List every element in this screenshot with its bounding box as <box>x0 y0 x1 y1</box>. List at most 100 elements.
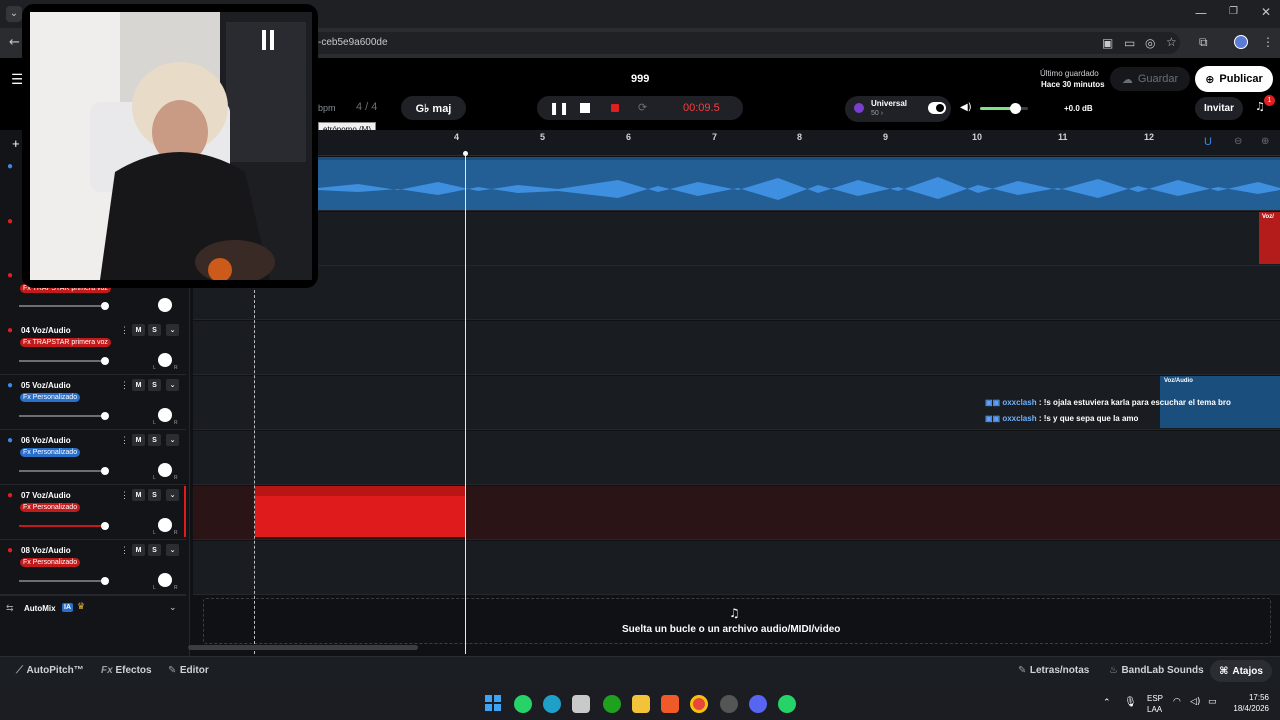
track-07-name[interactable]: 07 Voz/Audio <box>21 491 71 500</box>
autopitch-tab[interactable]: ⟋ AutoPitch™ <box>16 665 84 676</box>
lane-06[interactable] <box>193 431 1280 485</box>
track-08-menu-icon[interactable]: ⋮ <box>120 545 129 556</box>
horizontal-scrollbar[interactable] <box>188 645 418 650</box>
track-06-mute-button[interactable]: M <box>132 434 145 446</box>
edge-icon[interactable] <box>543 695 561 713</box>
track-05-fx-badge[interactable]: Fx Personalizado <box>20 393 81 402</box>
shortcuts-button[interactable]: ⌘ Atajos <box>1210 660 1272 682</box>
track-06-volume-slider[interactable] <box>19 470 107 472</box>
battery-icon[interactable]: ▭ <box>1208 697 1217 707</box>
close-icon[interactable]: ✕ <box>1261 5 1271 19</box>
track-05-volume-handle[interactable] <box>101 412 109 420</box>
ruler-bar-8[interactable]: 8 <box>797 132 802 142</box>
track-07-volume-slider[interactable] <box>19 525 107 527</box>
track-07-solo-button[interactable]: S <box>148 489 161 501</box>
star-icon[interactable]: ☆ <box>1166 35 1177 49</box>
publish-button[interactable]: ⊕ Publicar <box>1195 66 1273 92</box>
windows-start-icon[interactable] <box>485 695 501 711</box>
minimize-icon[interactable]: — <box>1195 6 1207 20</box>
extension-icon[interactable]: ▣ <box>1102 36 1113 50</box>
tray-chevron-icon[interactable]: ⌃ <box>1103 698 1111 708</box>
magnet-icon[interactable]: U <box>1204 136 1212 148</box>
record-icon[interactable] <box>611 104 619 112</box>
ruler-bar-7[interactable]: 7 <box>712 132 717 142</box>
universal-value[interactable]: 50 › <box>871 110 883 117</box>
brave-icon[interactable] <box>661 695 679 713</box>
track-07-mute-button[interactable]: M <box>132 489 145 501</box>
track-08-volume-handle[interactable] <box>101 577 109 585</box>
tab-search-icon[interactable]: ⌄ <box>6 6 22 22</box>
track-05-pan-knob[interactable] <box>158 408 172 422</box>
track-08-chevron-icon[interactable]: ⌄ <box>166 544 179 556</box>
lane-08[interactable] <box>193 541 1280 595</box>
track-06-chevron-icon[interactable]: ⌄ <box>166 434 179 446</box>
playhead[interactable] <box>465 152 466 654</box>
add-track-icon[interactable]: + <box>12 136 20 151</box>
discord-icon[interactable] <box>749 695 767 713</box>
track-08-solo-button[interactable]: S <box>148 544 161 556</box>
track-06-pan-knob[interactable] <box>158 463 172 477</box>
explorer-icon[interactable] <box>632 695 650 713</box>
ruler-bar-5[interactable]: 5 <box>540 132 545 142</box>
speaker-icon[interactable]: ◀) <box>960 102 972 113</box>
track-04-volume-handle[interactable] <box>101 357 109 365</box>
address-bar[interactable] <box>300 32 1180 54</box>
track-06-volume-handle[interactable] <box>101 467 109 475</box>
clock-date[interactable]: 18/4/2026 <box>1225 704 1269 713</box>
track-07-chevron-icon[interactable]: ⌄ <box>166 489 179 501</box>
track-04-mute-button[interactable]: M <box>132 324 145 336</box>
profile-avatar[interactable] <box>1234 35 1248 49</box>
timeline-ruler[interactable] <box>190 130 1280 156</box>
track-07-fx-badge[interactable]: Fx Personalizado <box>20 503 81 512</box>
store-icon[interactable] <box>572 695 590 713</box>
track-05-volume-slider[interactable] <box>19 415 107 417</box>
track-08-volume-slider[interactable] <box>19 580 107 582</box>
bandlab-sounds-tab[interactable]: ♨ BandLab Sounds <box>1109 665 1204 676</box>
invite-button[interactable]: Invitar <box>1195 97 1243 120</box>
cast-icon[interactable]: ▭ <box>1124 36 1135 50</box>
volume-tray-icon[interactable]: ◁) <box>1190 697 1200 707</box>
xbox-icon[interactable] <box>603 695 621 713</box>
track-04-chevron-icon[interactable]: ⌄ <box>166 324 179 336</box>
track-04-name[interactable]: 04 Voz/Audio <box>21 326 71 335</box>
ruler-bar-9[interactable]: 9 <box>883 132 888 142</box>
lang-1[interactable]: ESP <box>1147 694 1163 703</box>
eye-off-icon[interactable]: ◎ <box>1145 36 1155 50</box>
track-08-mute-button[interactable]: M <box>132 544 145 556</box>
lang-2[interactable]: LAA <box>1147 705 1162 714</box>
track-07-menu-icon[interactable]: ⋮ <box>120 490 129 501</box>
track-06-solo-button[interactable]: S <box>148 434 161 446</box>
zoom-out-icon[interactable]: ⊖ <box>1234 136 1242 147</box>
whatsapp-2-icon[interactable] <box>778 695 796 713</box>
track-08-name[interactable]: 08 Voz/Audio <box>21 546 71 555</box>
pause-icon[interactable]: ❚❚ <box>549 101 569 115</box>
track-05-name[interactable]: 05 Voz/Audio <box>21 381 71 390</box>
track-08-pan-knob[interactable] <box>158 573 172 587</box>
wifi-icon[interactable]: ◠ <box>1173 697 1181 707</box>
chrome-icon[interactable] <box>690 695 708 713</box>
ruler-bar-11[interactable]: 11 <box>1058 132 1068 142</box>
drop-zone[interactable] <box>203 598 1271 644</box>
ruler-bar-12[interactable]: 12 <box>1144 132 1154 142</box>
track-06-menu-icon[interactable]: ⋮ <box>120 435 129 446</box>
lane-04[interactable] <box>193 321 1280 375</box>
clock-time[interactable]: 17:56 <box>1243 693 1269 702</box>
steam-icon[interactable] <box>720 695 738 713</box>
track-06-fx-badge[interactable]: Fx Personalizado <box>20 448 81 457</box>
stop-icon[interactable] <box>580 103 590 113</box>
track-05-menu-icon[interactable]: ⋮ <box>120 380 129 391</box>
track-06-name[interactable]: 06 Voz/Audio <box>21 436 71 445</box>
mic-tray-icon[interactable]: 🎙 <box>1124 697 1137 708</box>
ruler-bar-10[interactable]: 10 <box>972 132 982 142</box>
track-08-fx-badge[interactable]: Fx Personalizado <box>20 558 81 567</box>
lane-03[interactable] <box>193 266 1280 320</box>
automix-chevron-icon[interactable]: ⌄ <box>169 603 177 613</box>
track-03-volume-handle[interactable] <box>101 302 109 310</box>
key-selector[interactable]: G♭ maj <box>401 96 466 120</box>
menu-dots-icon[interactable]: ⋮ <box>1262 35 1274 49</box>
automix-label[interactable]: AutoMix <box>24 604 56 613</box>
back-icon[interactable]: ← <box>9 35 20 50</box>
whatsapp-icon[interactable] <box>514 695 532 713</box>
project-title[interactable]: 999 <box>631 73 649 85</box>
track-03-volume-slider[interactable] <box>19 305 107 307</box>
